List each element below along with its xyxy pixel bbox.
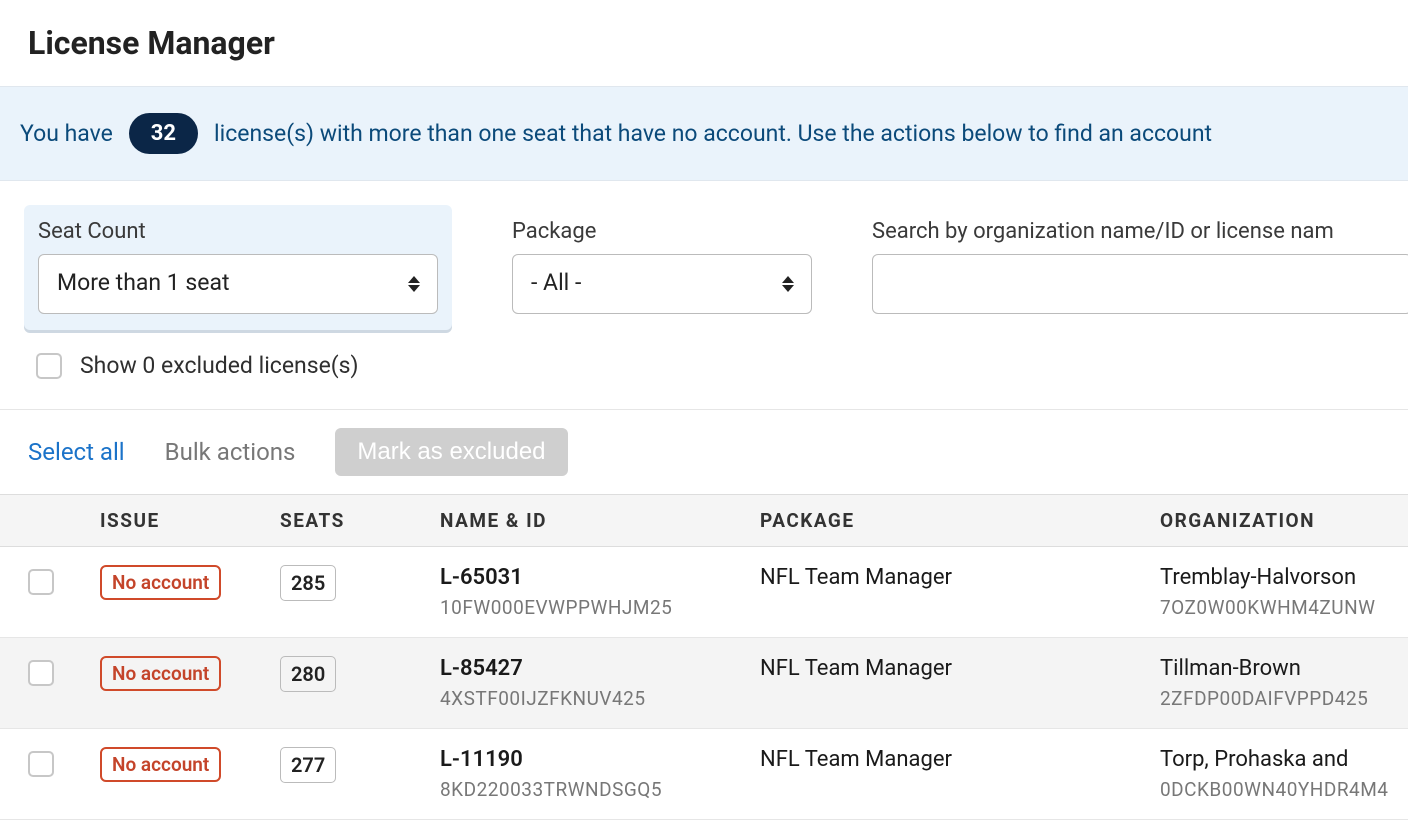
issue-badge: No account	[100, 565, 221, 600]
organization-name: Tillman-Brown	[1160, 656, 1408, 681]
license-name: L-11190	[440, 747, 760, 772]
issue-badge: No account	[100, 747, 221, 782]
license-id: 10FW000EVWPPWHJM25	[440, 596, 760, 619]
banner-prefix: You have	[20, 120, 113, 147]
issue-badge: No account	[100, 656, 221, 691]
table-row: No account 280 L-85427 4XSTF00IJZFKNUV425NF…	[0, 638, 1408, 729]
organization-id: 0DCKB00WN40YHDR4M4	[1160, 778, 1408, 801]
actions-bar: Select all Bulk actions Mark as excluded	[0, 409, 1408, 494]
filters-row: Seat Count More than 1 seat Package - Al…	[0, 181, 1408, 340]
table-row: No account 285 L-65031 10FW000EVWPPWHJM25NF…	[0, 547, 1408, 638]
select-all-link[interactable]: Select all	[28, 438, 125, 466]
search-filter: Search by organization name/ID or licens…	[872, 205, 1408, 314]
package-name: NFL Team Manager	[760, 656, 1160, 681]
row-checkbox[interactable]	[28, 660, 54, 686]
header-seats: SEATS	[280, 495, 440, 547]
seats-badge: 285	[280, 565, 336, 601]
banner-count-chip: 32	[129, 113, 198, 154]
organization-name: Tremblay-Halvorson	[1160, 565, 1408, 590]
row-checkbox[interactable]	[28, 751, 54, 777]
seat-count-filter: Seat Count More than 1 seat	[24, 205, 452, 330]
license-name: L-85427	[440, 656, 760, 681]
package-label: Package	[512, 219, 812, 244]
search-label: Search by organization name/ID or licens…	[872, 219, 1408, 244]
organization-id: 7OZ0W00KWHM4ZUNW	[1160, 596, 1408, 619]
organization-name: Torp, Prohaska and	[1160, 747, 1408, 772]
package-name: NFL Team Manager	[760, 565, 1160, 590]
organization-id: 2ZFDP00DAIFVPPD425	[1160, 687, 1408, 710]
mark-as-excluded-button[interactable]: Mark as excluded	[335, 428, 567, 476]
package-filter: Package - All -	[512, 205, 812, 314]
bulk-actions-label: Bulk actions	[165, 438, 296, 466]
license-id: 8KD220033TRWNDSGQ5	[440, 778, 760, 801]
row-checkbox[interactable]	[28, 569, 54, 595]
package-select[interactable]: - All -	[512, 254, 812, 314]
search-input[interactable]	[872, 254, 1408, 314]
show-excluded-row: Show 0 excluded license(s)	[0, 340, 1408, 409]
table-row: No account 277 L-11190 8KD220033TRWNDSGQ5NF…	[0, 729, 1408, 820]
package-name: NFL Team Manager	[760, 747, 1160, 772]
show-excluded-checkbox[interactable]	[36, 353, 62, 379]
header-org: ORGANIZATION	[1160, 495, 1408, 547]
seat-count-select[interactable]: More than 1 seat	[38, 254, 438, 314]
seats-badge: 280	[280, 656, 336, 692]
header-package: PACKAGE	[760, 495, 1160, 547]
header-issue: ISSUE	[100, 495, 280, 547]
show-excluded-label: Show 0 excluded license(s)	[80, 352, 359, 379]
seats-badge: 277	[280, 747, 336, 783]
seat-count-label: Seat Count	[38, 219, 438, 244]
header-name: NAME & ID	[440, 495, 760, 547]
license-id: 4XSTF00IJZFKNUV425	[440, 687, 760, 710]
license-name: L-65031	[440, 565, 760, 590]
licenses-table: ISSUE SEATS NAME & ID PACKAGE ORGANIZATI…	[0, 494, 1408, 820]
info-banner: You have 32 license(s) with more than on…	[0, 86, 1408, 181]
banner-suffix: license(s) with more than one seat that …	[214, 120, 1212, 147]
page-title: License Manager	[0, 0, 1408, 86]
